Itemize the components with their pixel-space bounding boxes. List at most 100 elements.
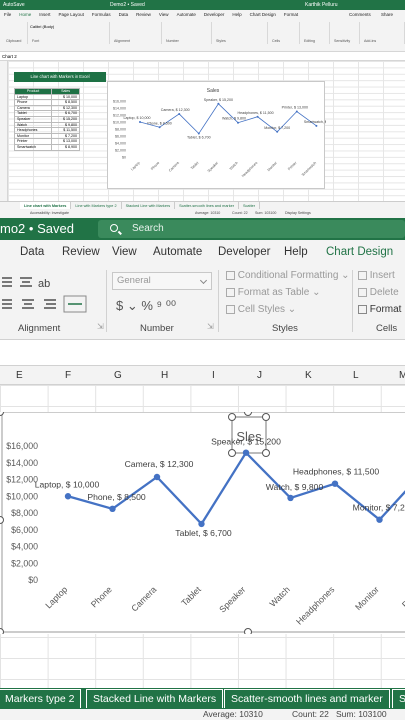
data-point-marker[interactable] — [287, 494, 294, 502]
data-point-marker[interactable] — [64, 493, 72, 500]
data-point-marker[interactable] — [198, 520, 205, 528]
series-line[interactable] — [67, 450, 405, 526]
mini-sheet-tab[interactable]: Scatter — [239, 202, 261, 209]
data-point-marker[interactable] — [376, 516, 383, 523]
title-resize-handle[interactable] — [262, 413, 270, 421]
autosave-label[interactable]: AutoSave — [3, 0, 25, 10]
number-format-select[interactable]: General — [112, 272, 212, 290]
mini-menu-automate[interactable]: Automate — [173, 10, 200, 20]
tab-scatter[interactable]: S — [392, 689, 405, 708]
sales-cell[interactable]: $ 8,900 — [51, 143, 80, 151]
conditional-formatting-button[interactable]: Conditional Formatting ⌄ — [226, 270, 350, 281]
title-resize-handle[interactable] — [228, 413, 236, 421]
mini-accessibility[interactable]: Accessibility: Investigate — [30, 209, 69, 218]
delete-button[interactable]: Delete — [358, 287, 399, 298]
zoom-chart[interactable]: Sles $0 $2,000 $4,000 $6,000 $8,000 $10,000 $12… — [0, 408, 405, 636]
mini-sheet-tab[interactable]: Line chart with Markers — [20, 202, 72, 209]
data-point-marker[interactable] — [109, 505, 116, 513]
mini-sheet-tab[interactable]: Line with Markers type 2 — [71, 202, 122, 209]
data-point-marker[interactable] — [256, 115, 259, 118]
data-point-marker[interactable] — [197, 132, 200, 135]
column-header-g[interactable]: G — [114, 366, 122, 385]
data-point-marker[interactable] — [237, 121, 239, 124]
product-cell[interactable]: Smartwatch — [13, 143, 53, 151]
data-point-marker[interactable] — [295, 110, 298, 113]
column-header-h[interactable]: H — [161, 366, 168, 385]
data-point-marker[interactable] — [276, 130, 279, 133]
menu-automate[interactable]: Automate — [153, 240, 202, 264]
column-header-j[interactable]: J — [257, 366, 262, 385]
menu-developer[interactable]: Developer — [218, 240, 270, 264]
tab-stacked-line[interactable]: Stacked Line with Markers — [86, 689, 224, 708]
mini-count: Count: 22 — [232, 211, 248, 215]
zoom-ribbon: ab Alignment ⇲ General $ ⌄ % ⁹ ⁰⁰ Number… — [0, 264, 405, 340]
mini-menu-chart-design[interactable]: Chart Design — [246, 10, 280, 20]
zoom-doc-title[interactable]: mo2 • Saved — [0, 218, 74, 240]
data-point-marker[interactable] — [331, 480, 339, 487]
resize-handle[interactable] — [244, 408, 252, 416]
column-header-e[interactable]: E — [16, 366, 23, 385]
mini-menu-help[interactable]: Help — [228, 10, 245, 20]
mini-user-name[interactable]: Karthik Pelluru — [305, 0, 338, 10]
menu-chart-design[interactable]: Chart Design — [326, 240, 393, 264]
mini-share-button[interactable]: Share — [377, 10, 397, 20]
mini-menu-review[interactable]: Review — [132, 10, 155, 20]
title-resize-handle[interactable] — [262, 449, 270, 457]
tab-markers-type-2[interactable]: Markers type 2 — [0, 689, 82, 708]
search-box[interactable]: Search — [98, 220, 405, 238]
data-point-marker[interactable] — [139, 121, 141, 123]
format-button[interactable]: Format — [358, 304, 401, 315]
y-tick-label: $6,000 — [115, 134, 126, 138]
mini-chart[interactable]: Sales $0 $2,000 $4,000 $6,000 $8,000 $10,000 $1… — [107, 81, 337, 189]
cell-styles-button[interactable]: Cell Styles ⌄ — [226, 304, 296, 315]
data-label: Phone, $ 8,500 — [147, 121, 171, 125]
resize-handle[interactable] — [0, 628, 4, 636]
mini-menu-file[interactable]: File — [0, 10, 15, 20]
search-placeholder: Search — [132, 223, 164, 234]
data-point-marker[interactable] — [217, 102, 220, 105]
resize-handle[interactable] — [244, 628, 252, 636]
resize-handle[interactable] — [0, 408, 4, 416]
data-point-marker[interactable] — [242, 449, 250, 456]
mini-chart-title[interactable]: Sales — [207, 88, 220, 94]
mini-display-settings[interactable]: Display Settings — [285, 209, 311, 218]
mini-ribbon-group-alignment: Alignment — [110, 22, 162, 44]
data-point-marker[interactable] — [153, 473, 161, 481]
number-launcher-icon[interactable]: ⇲ — [207, 322, 214, 331]
mini-menu-format[interactable]: Format — [280, 10, 302, 20]
mini-menu-formulas[interactable]: Formulas — [88, 10, 115, 20]
currency-icon[interactable]: $ ⌄ % ⁹ ⁰⁰ — [116, 298, 176, 314]
data-point-marker[interactable] — [315, 124, 318, 127]
mini-menu-developer[interactable]: Developer — [200, 10, 229, 20]
data-label: Speaker, $ 15,200 — [204, 98, 233, 102]
data-point-marker[interactable] — [158, 126, 161, 129]
name-box[interactable]: Chart 2 — [2, 54, 17, 59]
mini-menu-insert[interactable]: Insert — [35, 10, 54, 20]
resize-handle[interactable] — [0, 516, 4, 524]
menu-data[interactable]: Data — [20, 240, 44, 264]
tab-scatter-smooth[interactable]: Scatter-smooth lines and marker — [224, 689, 390, 708]
menu-review[interactable]: Review — [62, 240, 100, 264]
column-header-m[interactable]: M — [399, 366, 405, 385]
alignment-launcher-icon[interactable]: ⇲ — [97, 322, 104, 331]
data-point-marker[interactable] — [178, 112, 181, 115]
data-label: Watch, $ 9,800 — [266, 482, 324, 492]
column-header-i[interactable]: I — [212, 366, 215, 385]
menu-help[interactable]: Help — [284, 240, 308, 264]
mini-menu-page-layout[interactable]: Page Layout — [55, 10, 88, 20]
format-as-table-button[interactable]: Format as Table ⌄ — [226, 287, 320, 298]
title-resize-handle[interactable] — [228, 449, 236, 457]
mini-comments-button[interactable]: Comments — [345, 10, 375, 20]
column-header-f[interactable]: F — [65, 366, 71, 385]
menu-view[interactable]: View — [112, 240, 137, 264]
mini-excel-window: AutoSave Demo2 • Saved Karthik Pelluru F… — [0, 0, 405, 218]
alignment-icons[interactable]: ab — [0, 270, 100, 320]
mini-menu-data[interactable]: Data — [115, 10, 133, 20]
column-header-l[interactable]: L — [353, 366, 359, 385]
insert-button[interactable]: Insert — [358, 270, 395, 281]
mini-ribbon-group-font: Font — [28, 22, 110, 44]
mini-sheet-tab[interactable]: Stacked Line with Markers — [122, 202, 176, 209]
mini-menu-view[interactable]: View — [155, 10, 173, 20]
mini-sheet-tab[interactable]: Scatter-smooth lines and marker — [175, 202, 239, 209]
column-header-k[interactable]: K — [305, 366, 312, 385]
